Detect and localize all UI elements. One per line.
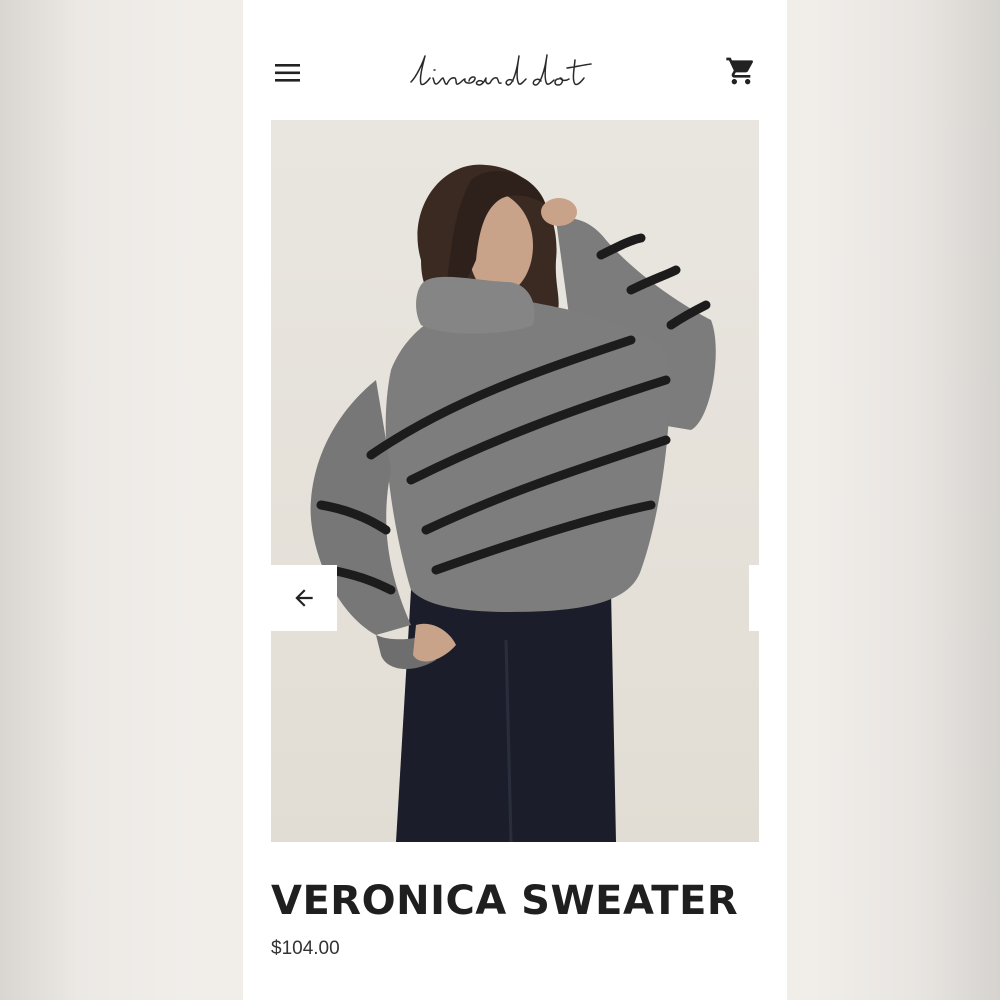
shopping-cart-icon — [726, 57, 754, 85]
carousel-next-button[interactable] — [749, 565, 759, 631]
hamburger-menu-icon — [275, 64, 300, 82]
model-photo — [271, 120, 759, 842]
cart-button[interactable] — [725, 55, 757, 87]
brand-logo[interactable] — [403, 48, 628, 96]
site-header — [243, 30, 787, 115]
product-page: VERONICA SWEATER $104.00 — [243, 0, 787, 1000]
menu-button[interactable] — [273, 58, 303, 88]
product-price: $104.00 — [271, 938, 340, 959]
logo-script — [410, 54, 592, 86]
product-title: VERONICA SWEATER — [271, 878, 739, 924]
arrow-left-icon — [295, 589, 313, 607]
carousel-prev-button[interactable] — [271, 565, 337, 631]
product-image — [271, 120, 759, 842]
